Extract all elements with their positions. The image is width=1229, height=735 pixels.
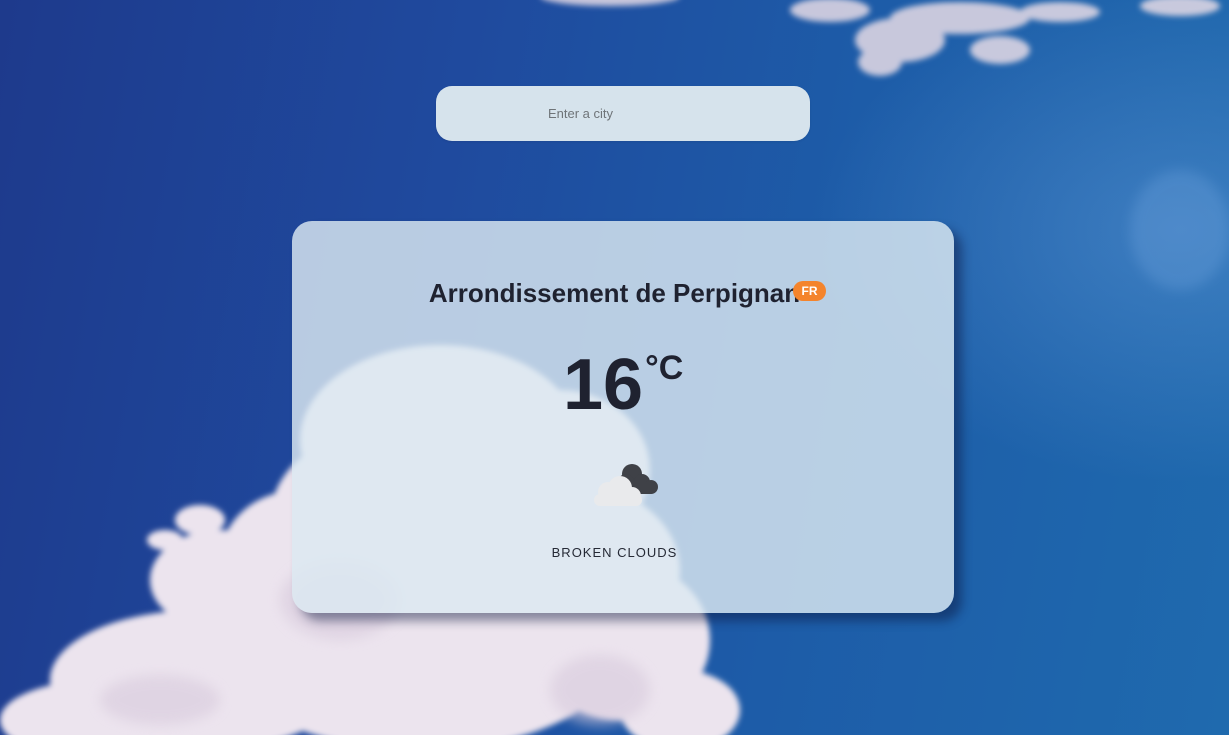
broken-clouds-icon	[594, 464, 658, 506]
city-search-input[interactable]	[436, 86, 810, 141]
city-heading: Arrondissement de Perpignan	[0, 278, 1229, 309]
temperature-value: 16	[563, 345, 644, 425]
city-name: Arrondissement de Perpignan	[428, 278, 801, 308]
search-bar	[436, 86, 810, 141]
country-badge: FR	[793, 281, 826, 301]
top-cloud	[545, 0, 1220, 76]
temperature-unit: °C	[645, 349, 684, 387]
temperature-display: 16°C	[563, 345, 683, 425]
weather-description: BROKEN CLOUDS	[551, 545, 678, 560]
